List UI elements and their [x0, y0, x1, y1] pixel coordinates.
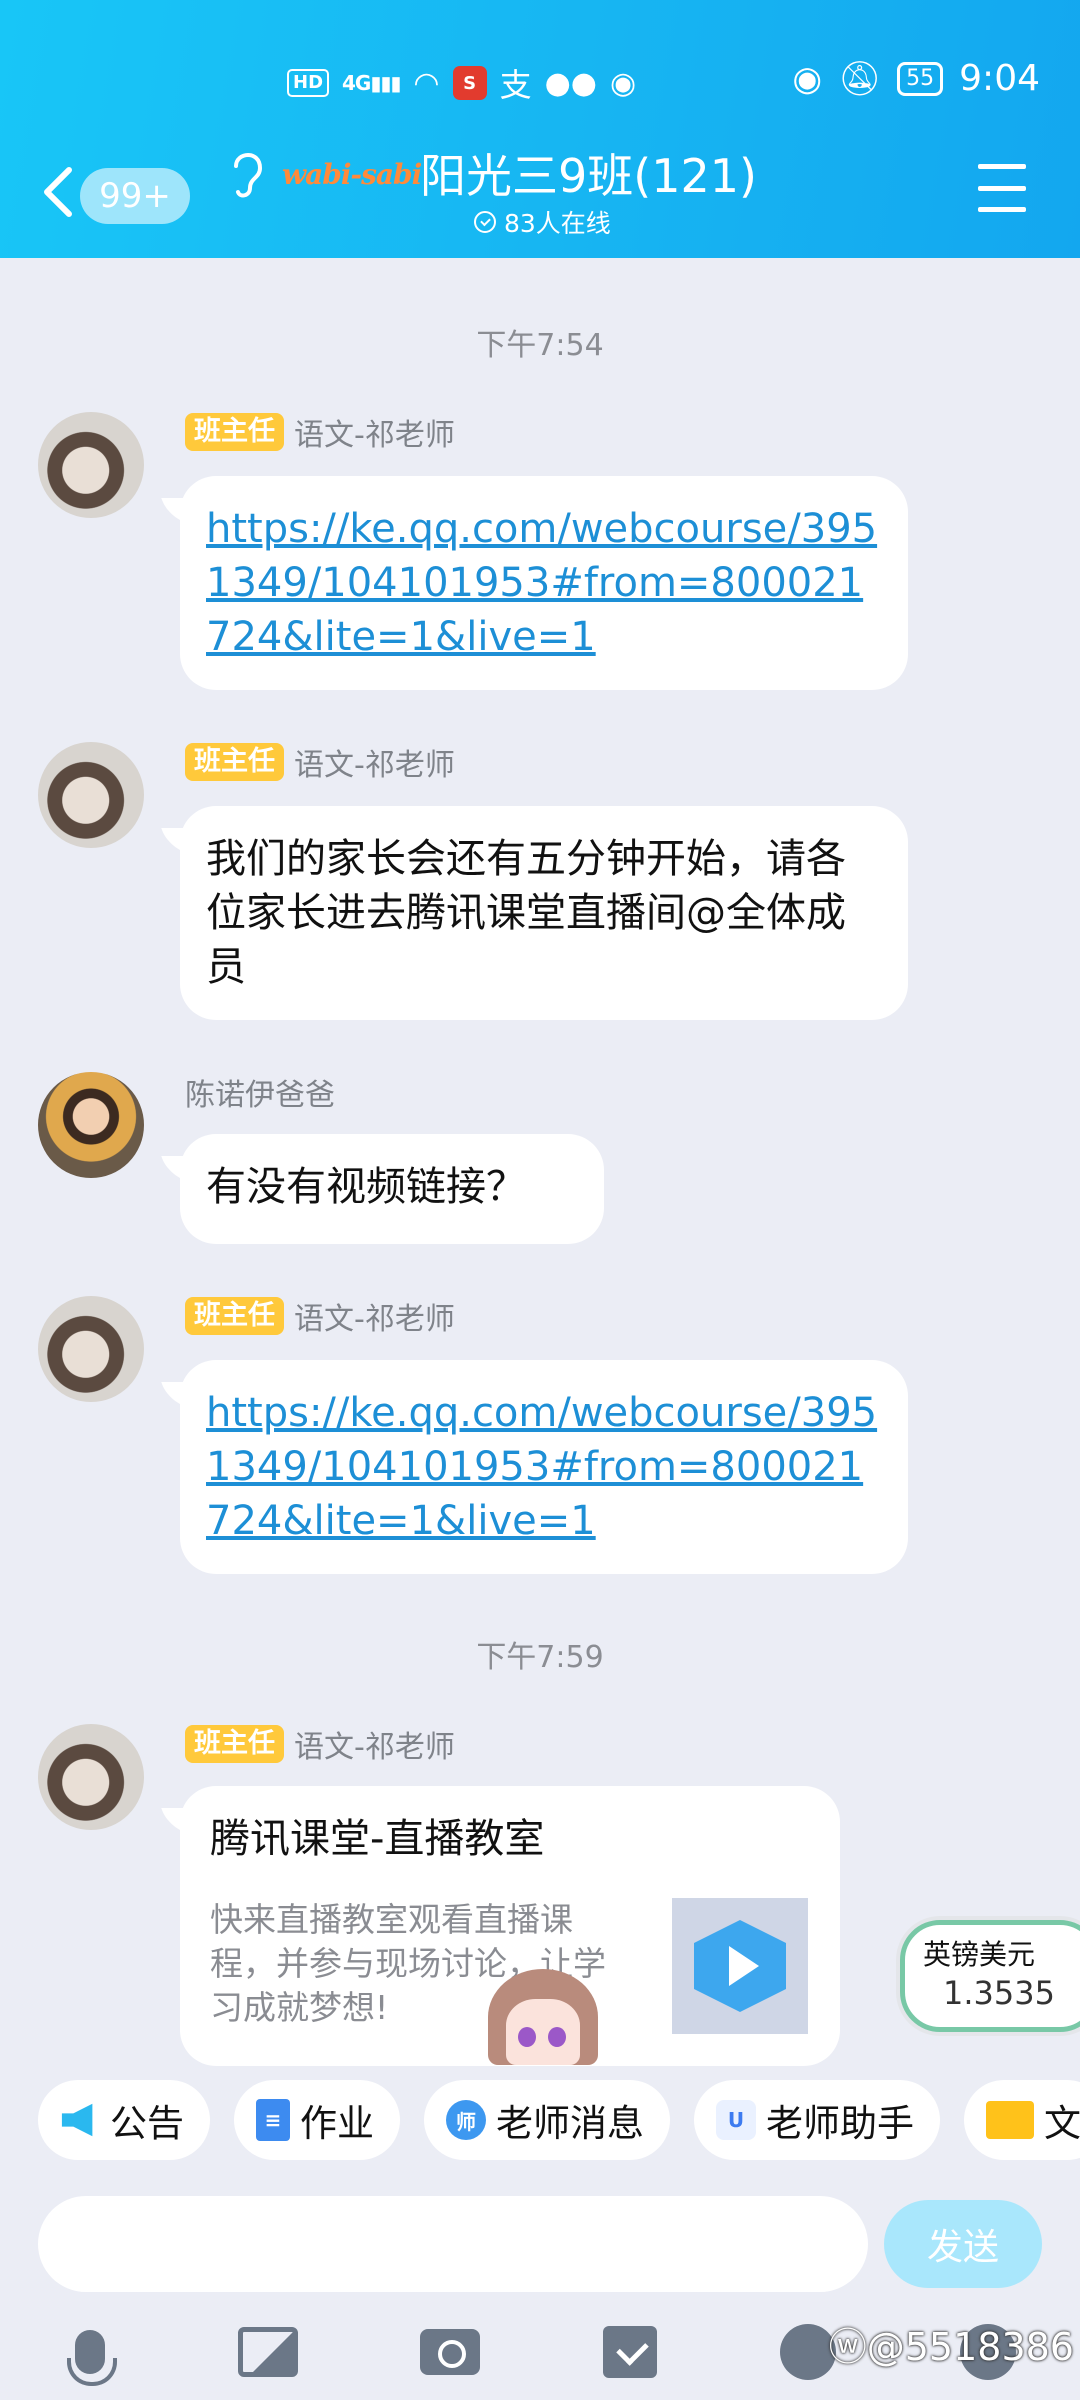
signal-icon: 4G▮▮▮ [342, 71, 401, 95]
avatar[interactable] [38, 1296, 144, 1402]
rate-value: 1.3535 [943, 1974, 1055, 2012]
sender-line: 班主任 语文-祁老师 [185, 1722, 455, 1766]
exchange-rate-widget[interactable]: 英镑美元 1.3535 [900, 1920, 1080, 2032]
message-text: 有没有视频链接？ [206, 1164, 526, 1210]
wechat-icon: ●● [544, 65, 597, 101]
send-app-icon: ◉ [609, 65, 637, 101]
megaphone-icon [60, 2100, 100, 2140]
quick-label: 作业 [300, 2102, 374, 2145]
header-bar: HD 4G▮▮▮ ◠ S 支 ●● ◉ ◉ 🔕︎ 55 9:04 99+ wab… [0, 0, 1080, 258]
assistant-icon: U [716, 2100, 756, 2140]
card-title: 腾讯课堂-直播教室 [210, 1816, 545, 1862]
mascot-eye [548, 2027, 566, 2047]
unread-badge[interactable]: 99+ [80, 168, 190, 224]
role-badge: 班主任 [185, 1725, 284, 1763]
avatar[interactable] [38, 742, 144, 848]
message-link[interactable]: https://ke.qq.com/webcourse/3951349/1041… [206, 1390, 877, 1544]
anime-mascot-icon[interactable] [484, 1965, 602, 2065]
camera-button[interactable] [418, 2320, 482, 2384]
sender-line: 班主任 语文-祁老师 [185, 740, 455, 784]
message-text: 我们的家长会还有五分钟开始，请各位家长进去腾讯课堂直播间@全体成员 [206, 836, 846, 990]
mute-bell-icon: 🔕︎ [837, 58, 882, 99]
red-packet-icon [603, 2326, 657, 2378]
quick-label: 文 [1044, 2102, 1080, 2145]
online-label: 83人在线 [504, 209, 611, 238]
sender-name[interactable]: 语文-祁老师 [294, 740, 455, 784]
quick-teacher-message-button[interactable]: 师 老师消息 [424, 2080, 670, 2160]
quick-label: 老师消息 [496, 2102, 644, 2145]
group-logo: wabi-sabi [282, 158, 422, 191]
status-right-icons: ◉ 🔕︎ 55 9:04 [792, 58, 1040, 99]
status-left-icons: HD 4G▮▮▮ ◠ S 支 ●● ◉ [287, 60, 636, 106]
teacher-message-icon: 师 [446, 2100, 486, 2140]
wifi-icon: ◠ [413, 65, 440, 101]
ear-icon[interactable] [228, 148, 264, 208]
red-packet-button[interactable] [598, 2320, 662, 2384]
avatar[interactable] [38, 1072, 144, 1178]
menu-button[interactable] [978, 164, 1026, 212]
voice-button[interactable] [58, 2320, 122, 2386]
quick-label: 公告 [110, 2102, 184, 2145]
menu-line [978, 185, 1026, 191]
chat-title[interactable]: 阳光三9班(121) [420, 140, 757, 206]
chevron-left-icon [44, 167, 72, 217]
avatar[interactable] [38, 412, 144, 518]
timestamp: 下午7:59 [476, 1640, 604, 1675]
nav-bar: 99+ wabi-sabi 阳光三9班(121) 83人在线 [0, 140, 1080, 250]
tencent-classroom-play-icon [694, 1920, 786, 2012]
message-bubble[interactable]: https://ke.qq.com/webcourse/3951349/1041… [180, 1360, 908, 1574]
message-bubble[interactable]: 我们的家长会还有五分钟开始，请各位家长进去腾讯课堂直播间@全体成员 [180, 806, 908, 1020]
sender-line: 陈诺伊爸爸 [185, 1070, 335, 1114]
composer: 发送 [38, 2196, 1042, 2292]
card-thumbnail [672, 1898, 808, 2034]
app-notification-icon: S [452, 66, 487, 100]
eye-icon: ◉ [792, 58, 822, 99]
menu-line [978, 164, 1026, 169]
message-input[interactable] [38, 2196, 868, 2292]
role-badge: 班主任 [185, 743, 284, 781]
microphone-icon [67, 2330, 117, 2386]
sender-name[interactable]: 语文-祁老师 [294, 1722, 455, 1766]
online-check-icon [474, 211, 496, 233]
image-icon [238, 2327, 298, 2377]
mascot-eye [518, 2027, 536, 2047]
quick-action-bar: 公告 ≡ 作业 师 老师消息 U 老师助手 文 [0, 2080, 1080, 2160]
quick-label: 老师助手 [766, 2102, 914, 2145]
alipay-icon: 支 [499, 66, 532, 104]
role-badge: 班主任 [185, 1297, 284, 1335]
quick-announcement-button[interactable]: 公告 [38, 2080, 210, 2160]
sender-name[interactable]: 陈诺伊爸爸 [185, 1070, 335, 1114]
online-count[interactable]: 83人在线 [474, 204, 611, 240]
timestamp: 下午7:54 [476, 328, 604, 363]
status-bar: HD 4G▮▮▮ ◠ S 支 ●● ◉ ◉ 🔕︎ 55 9:04 [0, 50, 1080, 110]
message-bubble[interactable]: 有没有视频链接？ [180, 1134, 604, 1244]
hd-icon: HD [287, 69, 330, 97]
avatar[interactable] [38, 1724, 144, 1830]
sender-line: 班主任 语文-祁老师 [185, 1294, 455, 1338]
sender-name[interactable]: 语文-祁老师 [294, 1294, 455, 1338]
watermark: ⓦ@5518386 [829, 2316, 1074, 2371]
watermark-text: @5518386 [866, 2325, 1074, 2369]
message-link[interactable]: https://ke.qq.com/webcourse/3951349/1041… [206, 506, 877, 660]
battery-icon: 55 [897, 61, 944, 96]
quick-files-button[interactable]: 文 [964, 2080, 1080, 2160]
camera-icon [420, 2329, 480, 2375]
image-button[interactable] [236, 2320, 300, 2384]
weibo-icon: ⓦ [828, 2325, 867, 2369]
document-icon: ≡ [256, 2099, 290, 2141]
rate-label: 英镑美元 [923, 1938, 1036, 1971]
quick-teacher-assistant-button[interactable]: U 老师助手 [694, 2080, 940, 2160]
message-bubble[interactable]: https://ke.qq.com/webcourse/3951349/1041… [180, 476, 908, 690]
back-button[interactable] [38, 162, 78, 222]
emoji-icon [780, 2324, 836, 2380]
role-badge: 班主任 [185, 413, 284, 451]
send-button[interactable]: 发送 [884, 2200, 1042, 2288]
mascot-face [506, 1999, 580, 2065]
sender-name[interactable]: 语文-祁老师 [294, 410, 455, 454]
menu-line [978, 207, 1026, 212]
sender-line: 班主任 语文-祁老师 [185, 410, 455, 454]
folder-icon [986, 2101, 1034, 2139]
status-time: 9:04 [959, 58, 1040, 99]
quick-homework-button[interactable]: ≡ 作业 [234, 2080, 400, 2160]
